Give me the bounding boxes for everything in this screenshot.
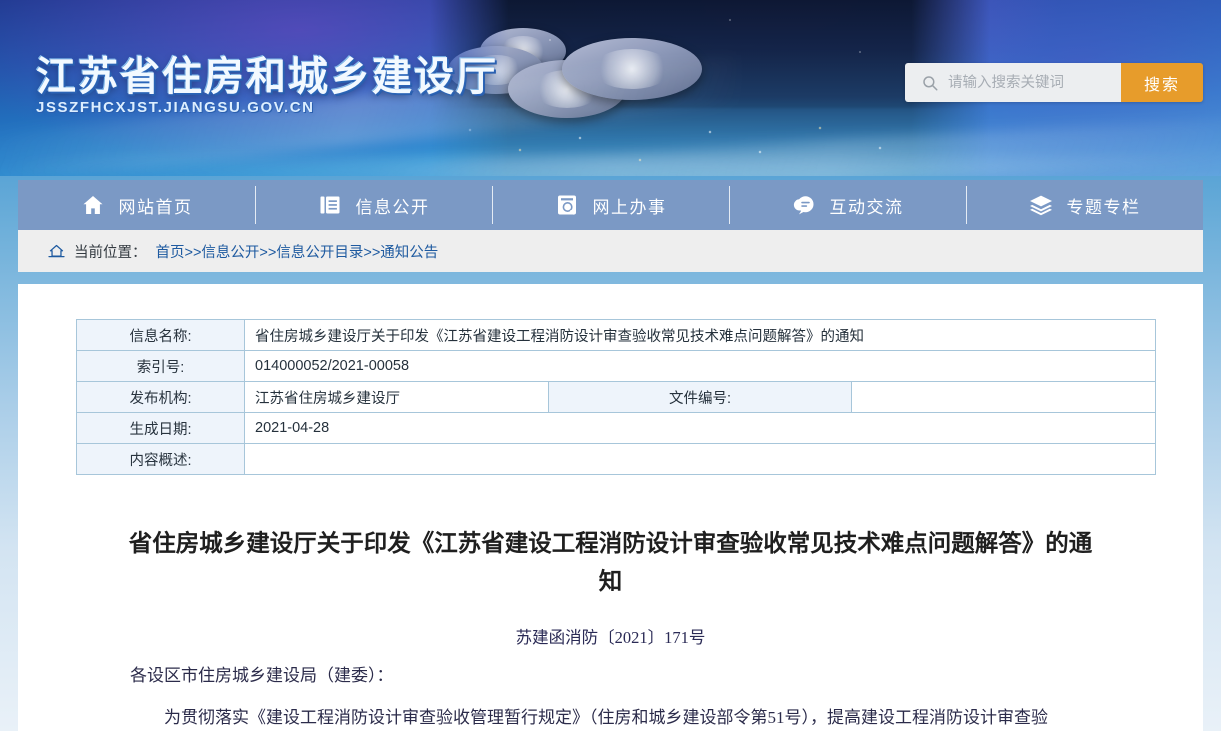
table-label-cell: 信息名称:	[76, 319, 245, 351]
nav-item-label: 互动交流	[829, 197, 904, 217]
site-banner: 江苏省住房和城乡建设厅 JSSZFHCXJST.JIANGSU.GOV.CN 搜…	[0, 0, 1221, 176]
table-value-cell-secondary	[851, 381, 1156, 413]
table-row: 内容概述:	[76, 443, 1156, 475]
breadcrumb-label: 当前位置：	[74, 244, 147, 261]
home-icon	[83, 196, 102, 214]
search-icon	[923, 75, 938, 90]
nav-item-label: 网上办事	[592, 197, 667, 217]
main-navigation: 网站首页 信息公开 网上办事 互动交流 专题专栏	[18, 180, 1203, 230]
table-label-cell-secondary: 文件编号:	[547, 381, 853, 413]
table-value-cell: 2021-04-28	[244, 412, 1156, 444]
nav-item-special-topics[interactable]: 专题专栏	[966, 180, 1203, 230]
book-icon	[320, 196, 339, 214]
table-label-cell: 索引号:	[76, 350, 245, 382]
nav-item-interaction[interactable]: 互动交流	[729, 180, 966, 230]
document-search-icon	[557, 195, 576, 215]
table-row: 信息名称: 省住房城乡建设厅关于印发《江苏省建设工程消防设计审查验收常见技术难点…	[76, 319, 1156, 351]
table-value-cell: 江苏省住房城乡建设厅	[244, 381, 549, 413]
nav-item-online-service[interactable]: 网上办事	[492, 180, 729, 230]
table-value-cell: 014000052/2021-00058	[244, 350, 1156, 382]
table-row: 发布机构: 江苏省住房城乡建设厅 文件编号:	[76, 381, 1156, 413]
table-label-cell: 内容概述:	[76, 443, 245, 475]
search-field[interactable]	[905, 63, 1121, 102]
nav-item-label: 专题专栏	[1066, 197, 1141, 217]
table-label-cell: 发布机构:	[76, 381, 245, 413]
search-button[interactable]: 搜索	[1121, 63, 1203, 102]
table-value-cell	[244, 443, 1156, 475]
search-input[interactable]	[948, 63, 1121, 102]
nav-item-label: 信息公开	[355, 197, 430, 217]
document-title: 省住房城乡建设厅关于印发《江苏省建设工程消防设计审查验收常见技术难点问题解答》的…	[128, 530, 1093, 594]
home-outline-icon	[48, 244, 65, 257]
site-title: 江苏省住房和城乡建设厅	[36, 55, 498, 99]
content-area: 信息名称: 省住房城乡建设厅关于印发《江苏省建设工程消防设计审查验收常见技术难点…	[18, 284, 1203, 731]
breadcrumb-path[interactable]: 首页>>信息公开>>信息公开目录>>通知公告	[156, 241, 439, 262]
table-row: 生成日期: 2021-04-28	[76, 412, 1156, 444]
nav-item-information-disclosure[interactable]: 信息公开	[255, 180, 492, 230]
table-row: 索引号: 014000052/2021-00058	[76, 350, 1156, 382]
document-number: 苏建函消防〔2021〕171号	[515, 628, 706, 647]
table-label-cell: 生成日期:	[76, 412, 245, 444]
layers-icon	[1029, 195, 1052, 216]
chat-bubble-icon	[793, 196, 813, 215]
document-metadata-table: 信息名称: 省住房城乡建设厅关于印发《江苏省建设工程消防设计审查验收常见技术难点…	[76, 319, 1156, 475]
document-paragraph: 为贯彻落实《建设工程消防设计审查验收管理暂行规定》（住房和城乡建设部令第51号）…	[164, 708, 1048, 727]
search-bar: 搜索	[905, 63, 1203, 102]
site-domain: JSSZFHCXJST.JIANGSU.GOV.CN	[36, 99, 315, 116]
table-value-cell: 省住房城乡建设厅关于印发《江苏省建设工程消防设计审查验收常见技术难点问题解答》的…	[244, 319, 1156, 351]
nav-item-home[interactable]: 网站首页	[18, 180, 255, 230]
nav-item-label: 网站首页	[118, 197, 193, 217]
breadcrumb: 当前位置： 首页>>信息公开>>信息公开目录>>通知公告	[18, 230, 1203, 272]
document-salutation: 各设区市住房城乡建设局（建委）：	[130, 666, 394, 685]
